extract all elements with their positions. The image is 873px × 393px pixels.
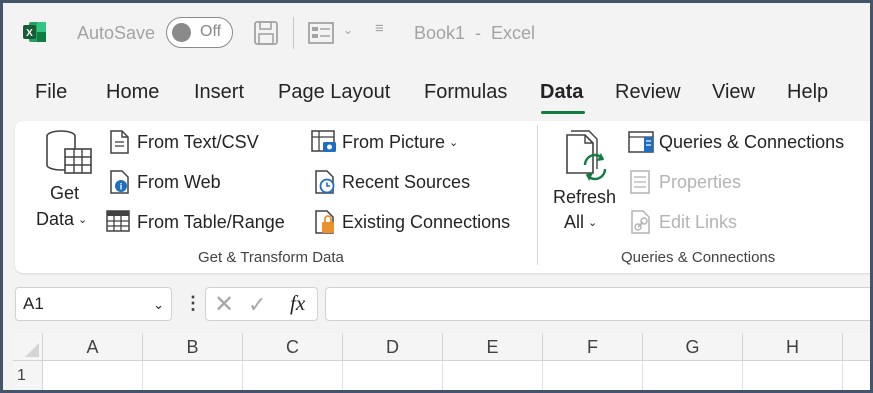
tab-page-layout[interactable]: Page Layout xyxy=(278,81,390,104)
ribbon-panel: Get Data ⌄ From Text/CSV i From Web From … xyxy=(15,121,870,273)
text-file-icon xyxy=(110,130,129,154)
window-title: Book1 - Excel xyxy=(414,23,536,43)
save-icon[interactable] xyxy=(253,20,279,46)
tab-view[interactable]: View xyxy=(712,81,755,104)
excel-logo-icon[interactable]: X xyxy=(23,21,47,43)
refresh-all-icon[interactable] xyxy=(565,129,609,181)
cell-e1[interactable] xyxy=(443,361,543,390)
toggle-knob xyxy=(172,23,191,42)
svg-text:X: X xyxy=(26,28,33,39)
chevron-down-icon: ⌄ xyxy=(449,137,459,149)
insert-function-icon[interactable]: fx xyxy=(290,291,305,316)
cell-a1[interactable] xyxy=(43,361,143,390)
from-picture-label: From Picture xyxy=(342,132,446,152)
chevron-down-icon: ⌄ xyxy=(588,217,598,229)
worksheet-grid: A B C D E F G H 1 xyxy=(3,333,870,390)
column-header-g[interactable]: G xyxy=(643,333,743,361)
enter-check-icon[interactable]: ✓ xyxy=(248,292,266,318)
active-tab-indicator xyxy=(541,111,585,114)
excel-window: X AutoSave Off ⌄ ≡ Book1 - Excel File Ho… xyxy=(0,0,873,393)
cell-h1[interactable] xyxy=(743,361,843,390)
tab-home[interactable]: Home xyxy=(106,81,159,104)
quick-access-separator xyxy=(293,17,294,49)
formula-input[interactable] xyxy=(325,287,870,321)
queries-connections-button[interactable]: Queries & Connections xyxy=(659,132,844,153)
refresh-all-label-line2: All xyxy=(564,212,585,232)
column-header-c[interactable]: C xyxy=(243,333,343,361)
tab-help[interactable]: Help xyxy=(787,81,828,104)
column-header-f[interactable]: F xyxy=(543,333,643,361)
web-file-icon: i xyxy=(110,170,129,194)
autosave-state: Off xyxy=(200,23,222,40)
column-header-b[interactable]: B xyxy=(143,333,243,361)
more-options-icon[interactable]: ⋮ xyxy=(184,293,202,314)
row-header-1[interactable]: 1 xyxy=(13,361,43,390)
edit-links-icon xyxy=(631,210,650,234)
get-data-button[interactable]: Data ⌄ xyxy=(36,209,87,230)
queries-connections-icon xyxy=(628,131,654,153)
from-table-range-button[interactable]: From Table/Range xyxy=(137,212,285,233)
chevron-down-icon[interactable]: ⌄ xyxy=(343,23,353,37)
group-label-queries-connections: Queries & Connections xyxy=(621,249,776,266)
column-header-partial[interactable] xyxy=(843,333,870,361)
database-table-icon[interactable] xyxy=(45,129,93,177)
edit-links-button[interactable]: Edit Links xyxy=(659,212,737,233)
column-header-d[interactable]: D xyxy=(343,333,443,361)
from-picture-button[interactable]: From Picture ⌄ xyxy=(342,132,458,153)
existing-connections-button[interactable]: Existing Connections xyxy=(342,212,510,233)
tab-insert[interactable]: Insert xyxy=(194,81,244,104)
properties-icon xyxy=(630,170,650,194)
name-box-value: A1 xyxy=(23,294,44,313)
recent-sources-icon xyxy=(315,170,335,194)
chevron-down-icon: ⌄ xyxy=(78,214,88,226)
recent-sources-button[interactable]: Recent Sources xyxy=(342,172,470,193)
cancel-icon[interactable]: ✕ xyxy=(214,290,234,319)
get-data-label-line2: Data xyxy=(36,209,75,229)
customize-quick-access-icon[interactable]: ≡ xyxy=(375,20,384,37)
form-icon[interactable] xyxy=(308,21,334,45)
from-web-button[interactable]: From Web xyxy=(137,172,221,193)
existing-connections-icon xyxy=(315,210,334,234)
select-all-triangle-icon xyxy=(25,343,39,357)
tab-formulas[interactable]: Formulas xyxy=(424,81,507,104)
cell-c1[interactable] xyxy=(243,361,343,390)
tab-data[interactable]: Data xyxy=(540,81,583,104)
cell-g1[interactable] xyxy=(643,361,743,390)
get-data-label-line1[interactable]: Get xyxy=(50,183,79,204)
refresh-all-label-line1[interactable]: Refresh xyxy=(553,187,616,208)
autosave-label: AutoSave xyxy=(77,23,156,43)
ribbon-group-separator xyxy=(537,125,538,265)
column-header-e[interactable]: E xyxy=(443,333,543,361)
tab-file[interactable]: File xyxy=(35,81,67,104)
grid-left-margin xyxy=(3,333,13,390)
column-header-h[interactable]: H xyxy=(743,333,843,361)
properties-button[interactable]: Properties xyxy=(659,172,741,193)
name-box[interactable]: A1 ⌄ xyxy=(15,287,172,321)
svg-text:i: i xyxy=(120,182,123,192)
refresh-all-button[interactable]: All ⌄ xyxy=(564,212,597,233)
picture-table-icon xyxy=(311,130,336,152)
formula-buttons: ✕ ✓ fx xyxy=(205,287,318,321)
group-label-get-transform: Get & Transform Data xyxy=(198,249,344,266)
cell-d1[interactable] xyxy=(343,361,443,390)
cell-f1[interactable] xyxy=(543,361,643,390)
tab-review[interactable]: Review xyxy=(615,81,681,104)
autosave-toggle[interactable]: Off xyxy=(166,17,233,48)
ribbon-tabs: File Home Insert Page Layout Formulas Da… xyxy=(3,81,870,113)
chevron-down-icon[interactable]: ⌄ xyxy=(153,297,164,313)
table-icon xyxy=(106,210,130,232)
from-text-csv-button[interactable]: From Text/CSV xyxy=(137,132,259,153)
cell-b1[interactable] xyxy=(143,361,243,390)
column-header-a[interactable]: A xyxy=(43,333,143,361)
title-bar: X AutoSave Off ⌄ ≡ Book1 - Excel xyxy=(3,3,870,63)
select-all-button[interactable] xyxy=(13,333,43,361)
